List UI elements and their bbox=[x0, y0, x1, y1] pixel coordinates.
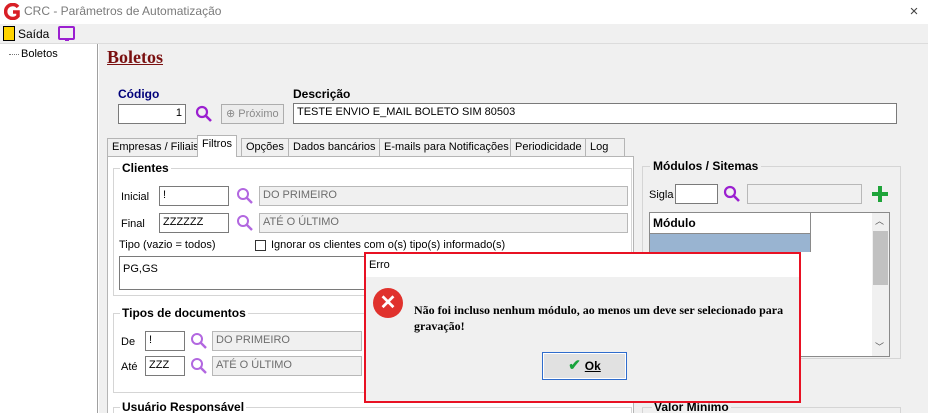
checkmark-icon: ✔ bbox=[568, 357, 581, 374]
descricao-input[interactable]: TESTE ENVIO E_MAIL BOLETO SIM 80503 bbox=[293, 103, 897, 124]
monitor-icon[interactable] bbox=[58, 26, 75, 41]
clientes-title: Clientes bbox=[120, 161, 171, 175]
tab-filtros[interactable]: Filtros bbox=[197, 135, 237, 157]
modulo-column-header[interactable]: Módulo bbox=[650, 213, 811, 234]
ok-button[interactable]: ✔ Ok bbox=[542, 352, 627, 380]
cliente-final-input[interactable]: ZZZZZZ bbox=[159, 213, 229, 233]
add-module-plus-icon[interactable] bbox=[870, 184, 890, 204]
ignorar-tipos-label: Ignorar os clientes com o(s) tipo(s) inf… bbox=[271, 239, 506, 251]
modulos-title: Módulos / Sitemas bbox=[650, 159, 762, 173]
dialog-body bbox=[366, 277, 799, 401]
ignorar-tipos-checkbox[interactable] bbox=[255, 240, 266, 251]
sigla-input[interactable] bbox=[675, 184, 718, 204]
search-icon[interactable] bbox=[190, 357, 208, 375]
search-icon[interactable] bbox=[236, 187, 254, 205]
ok-label: Ok bbox=[584, 359, 601, 373]
tipos-documentos-title: Tipos de documentos bbox=[120, 306, 248, 320]
tree-connector bbox=[9, 54, 19, 55]
error-icon: ✕ bbox=[373, 288, 403, 318]
scroll-up-icon[interactable]: ︿ bbox=[875, 214, 884, 227]
tab-log[interactable]: Log bbox=[585, 138, 625, 156]
tipo-textarea[interactable]: PG,GS bbox=[119, 256, 369, 290]
app-logo-icon bbox=[4, 3, 20, 20]
error-message: Não foi incluso nenhum módulo, ao menos … bbox=[414, 303, 784, 333]
search-icon[interactable] bbox=[723, 185, 741, 203]
documento-de-input[interactable]: ! bbox=[145, 331, 185, 351]
usuario-title: Usuário Responsável bbox=[120, 400, 247, 413]
proximo-label: Próximo bbox=[238, 108, 279, 120]
descricao-label: Descrição bbox=[293, 87, 351, 101]
cliente-inicial-input[interactable]: ! bbox=[159, 186, 229, 206]
dialog-title: Erro bbox=[366, 254, 799, 277]
exit-door-icon[interactable] bbox=[3, 26, 15, 41]
selected-grid-row[interactable] bbox=[650, 234, 811, 252]
documento-ate-descricao: ATÉ O ÚLTIMO bbox=[212, 356, 362, 376]
menu-bar bbox=[0, 24, 928, 44]
cliente-final-descricao: ATÉ O ÚLTIMO bbox=[259, 213, 628, 233]
search-icon[interactable] bbox=[236, 214, 254, 232]
search-icon[interactable] bbox=[190, 332, 208, 350]
window-title: CRC - Parâmetros de Automatização bbox=[24, 4, 222, 18]
tab-dados-bancarios[interactable]: Dados bancários bbox=[288, 138, 381, 156]
plus-icon: ⊕ bbox=[226, 108, 239, 120]
documento-ate-input[interactable]: ZZZ bbox=[145, 356, 185, 376]
search-icon[interactable] bbox=[195, 105, 213, 123]
scrollbar-thumb[interactable] bbox=[873, 231, 888, 285]
de-label: De bbox=[121, 336, 136, 348]
ate-label: Até bbox=[121, 361, 138, 373]
tab-opcoes[interactable]: Opções bbox=[241, 138, 289, 156]
tipo-label: Tipo (vazio = todos) bbox=[119, 239, 216, 251]
documento-de-descricao: DO PRIMEIRO bbox=[212, 331, 362, 351]
tree-item-boletos[interactable]: Boletos bbox=[21, 48, 58, 60]
codigo-label: Código bbox=[118, 87, 160, 101]
final-label: Final bbox=[121, 218, 145, 230]
proximo-button[interactable]: ⊕ Próximo bbox=[221, 104, 284, 124]
tab-empresas-filiais[interactable]: Empresas / Filiais bbox=[107, 138, 204, 156]
close-icon[interactable]: × bbox=[904, 2, 924, 22]
cliente-inicial-descricao: DO PRIMEIRO bbox=[259, 186, 628, 206]
page-title: Boletos bbox=[107, 47, 163, 67]
tab-periodicidade[interactable]: Periodicidade bbox=[510, 138, 587, 156]
navigation-tree bbox=[0, 44, 98, 413]
menu-item-saida[interactable]: Saída bbox=[18, 27, 49, 41]
codigo-input[interactable]: 1 bbox=[118, 104, 186, 124]
sigla-label: Sigla bbox=[649, 189, 674, 201]
tab-emails-notificacoes[interactable]: E-mails para Notificações bbox=[379, 138, 514, 156]
inicial-label: Inicial bbox=[121, 191, 150, 203]
sigla-descricao bbox=[747, 184, 862, 204]
scroll-down-icon[interactable]: ﹀ bbox=[875, 340, 884, 353]
